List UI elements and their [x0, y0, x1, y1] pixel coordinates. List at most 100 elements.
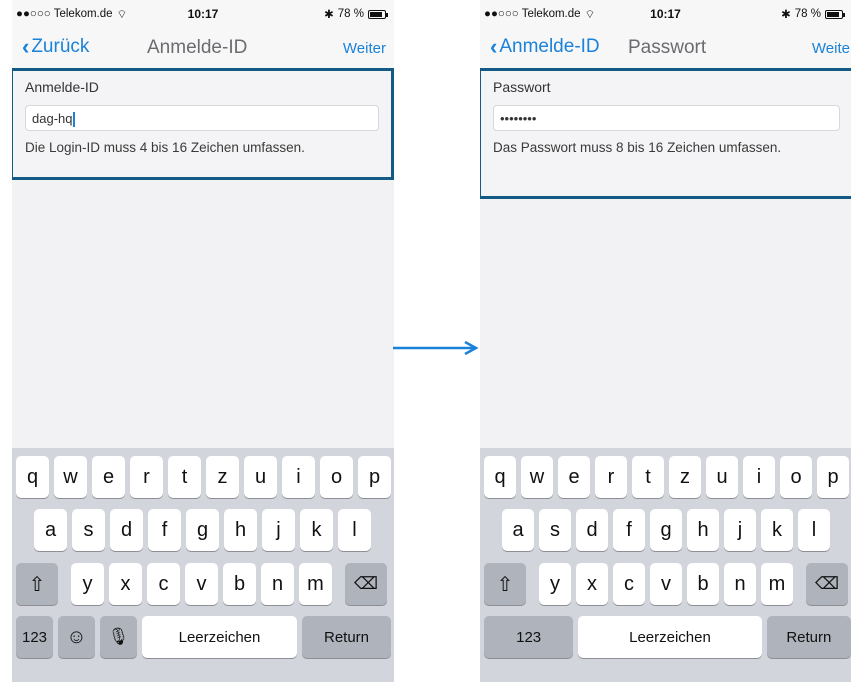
- key-z[interactable]: z: [669, 456, 701, 498]
- key-q[interactable]: q: [16, 456, 49, 498]
- key-a[interactable]: a: [502, 509, 534, 551]
- keyboard: qwertzuiop asdfghjkl ⇧ yxcvbnm ⌫ 123 Lee…: [480, 448, 851, 682]
- space-key[interactable]: Leerzeichen: [142, 616, 297, 658]
- key-t[interactable]: t: [168, 456, 201, 498]
- clock: 10:17: [650, 7, 681, 21]
- microphone-icon: 🎙︎: [107, 627, 130, 646]
- carrier-label: ●●○○○ Telekom.de: [484, 8, 581, 20]
- key-d[interactable]: d: [110, 509, 143, 551]
- battery-percent: 78 %: [337, 8, 364, 20]
- key-p[interactable]: p: [817, 456, 849, 498]
- key-a[interactable]: a: [34, 509, 67, 551]
- login-id-form: Anmelde-ID dag-hq Die Login-ID muss 4 bi…: [12, 68, 394, 180]
- carrier-label: ●●○○○ Telekom.de: [16, 8, 113, 20]
- key-m[interactable]: m: [761, 563, 793, 605]
- key-f[interactable]: f: [148, 509, 181, 551]
- key-o[interactable]: o: [780, 456, 812, 498]
- key-i[interactable]: i: [282, 456, 315, 498]
- backspace-icon: ⌫: [353, 574, 379, 593]
- return-key[interactable]: Return: [766, 616, 851, 658]
- key-v[interactable]: v: [185, 563, 218, 605]
- key-x[interactable]: x: [576, 563, 608, 605]
- key-e[interactable]: e: [92, 456, 125, 498]
- key-c[interactable]: c: [613, 563, 645, 605]
- validation-hint: Das Passwort muss 8 bis 16 Zeichen umfas…: [493, 140, 782, 155]
- nav-title: Passwort: [628, 37, 707, 58]
- key-w[interactable]: w: [521, 456, 553, 498]
- key-v[interactable]: v: [650, 563, 682, 605]
- key-u[interactable]: u: [706, 456, 738, 498]
- key-n[interactable]: n: [261, 563, 294, 605]
- key-b[interactable]: b: [687, 563, 719, 605]
- key-z[interactable]: z: [206, 456, 239, 498]
- back-label: Zurück: [31, 36, 90, 57]
- dictation-key[interactable]: 🎙︎: [100, 616, 137, 658]
- key-w[interactable]: w: [54, 456, 87, 498]
- navigation-bar: ‹ Zurück Anmelde-ID Weiter: [12, 28, 394, 69]
- key-r[interactable]: r: [595, 456, 627, 498]
- emoji-key[interactable]: ☺: [58, 616, 95, 658]
- key-t[interactable]: t: [632, 456, 664, 498]
- field-label: Anmelde-ID: [25, 79, 99, 95]
- next-button[interactable]: Weiter: [812, 40, 851, 57]
- back-button[interactable]: ‹ Anmelde-ID: [490, 36, 600, 58]
- key-y[interactable]: y: [539, 563, 571, 605]
- key-d[interactable]: d: [576, 509, 608, 551]
- key-u[interactable]: u: [244, 456, 277, 498]
- keyboard: qwertzuiop asdfghjkl ⇧ yxcvbnm ⌫ 123 ☺ 🎙…: [12, 448, 394, 682]
- key-b[interactable]: b: [223, 563, 256, 605]
- numbers-key[interactable]: 123: [484, 616, 574, 658]
- backspace-icon: ⌫: [814, 574, 840, 593]
- key-c[interactable]: c: [147, 563, 180, 605]
- key-f[interactable]: f: [613, 509, 645, 551]
- key-p[interactable]: p: [358, 456, 391, 498]
- wifi-icon: ⌔: [116, 8, 128, 21]
- shift-key[interactable]: ⇧: [16, 563, 58, 605]
- key-h[interactable]: h: [687, 509, 719, 551]
- battery-icon: [368, 9, 388, 19]
- backspace-key[interactable]: ⌫: [345, 563, 387, 605]
- shift-icon: ⇧: [28, 573, 46, 596]
- key-e[interactable]: e: [558, 456, 590, 498]
- key-l[interactable]: l: [338, 509, 371, 551]
- password-screen: ●●○○○ Telekom.de ⌔ 10:17 ✱ 78 % ‹ Anmeld…: [480, 0, 851, 682]
- key-i[interactable]: i: [743, 456, 775, 498]
- key-j[interactable]: j: [262, 509, 295, 551]
- numbers-key[interactable]: 123: [16, 616, 53, 658]
- key-x[interactable]: x: [109, 563, 142, 605]
- key-g[interactable]: g: [650, 509, 682, 551]
- shift-icon: ⇧: [496, 573, 514, 596]
- bluetooth-icon: ✱: [324, 9, 334, 21]
- key-s[interactable]: s: [72, 509, 105, 551]
- login-id-screen: ●●○○○ Telekom.de ⌔ 10:17 ✱ 78 % ‹ Zurück…: [12, 0, 394, 682]
- key-y[interactable]: y: [71, 563, 104, 605]
- key-k[interactable]: k: [300, 509, 333, 551]
- password-input[interactable]: ••••••••: [493, 105, 840, 131]
- clock: 10:17: [187, 7, 219, 21]
- key-n[interactable]: n: [724, 563, 756, 605]
- password-form: Passwort •••••••• Das Passwort muss 8 bi…: [480, 68, 851, 199]
- key-r[interactable]: r: [130, 456, 163, 498]
- emoji-icon: ☺: [66, 625, 87, 648]
- key-h[interactable]: h: [224, 509, 257, 551]
- key-g[interactable]: g: [186, 509, 219, 551]
- field-label: Passwort: [493, 79, 551, 95]
- key-l[interactable]: l: [798, 509, 830, 551]
- key-q[interactable]: q: [484, 456, 516, 498]
- transition-arrow-icon: [393, 341, 479, 355]
- login-id-input[interactable]: dag-hq: [25, 105, 379, 131]
- space-key[interactable]: Leerzeichen: [578, 616, 762, 658]
- return-key[interactable]: Return: [302, 616, 391, 658]
- backspace-key[interactable]: ⌫: [806, 563, 848, 605]
- key-o[interactable]: o: [320, 456, 353, 498]
- back-button[interactable]: ‹ Zurück: [22, 36, 89, 58]
- status-bar: ●●○○○ Telekom.de ⌔ 10:17 ✱ 78 %: [480, 0, 851, 28]
- key-j[interactable]: j: [724, 509, 756, 551]
- next-button[interactable]: Weiter: [343, 40, 386, 57]
- key-k[interactable]: k: [761, 509, 793, 551]
- nav-title: Anmelde-ID: [147, 37, 248, 58]
- shift-key[interactable]: ⇧: [484, 563, 526, 605]
- key-m[interactable]: m: [299, 563, 332, 605]
- key-s[interactable]: s: [539, 509, 571, 551]
- input-value: dag-hq: [32, 111, 73, 126]
